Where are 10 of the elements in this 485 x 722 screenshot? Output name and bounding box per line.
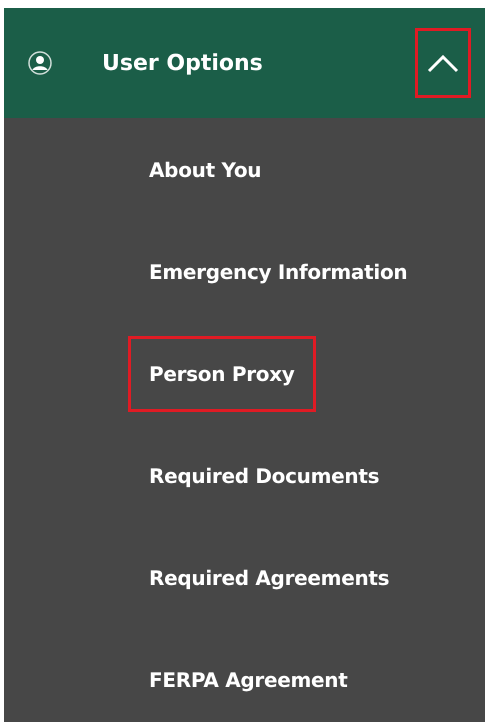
menu-item[interactable]: Emergency Information <box>128 234 428 310</box>
chevron-icon <box>427 53 459 73</box>
collapse-toggle[interactable] <box>415 28 471 98</box>
menu-item[interactable]: Person Proxy <box>128 336 316 412</box>
menu-title: User Options <box>102 50 264 76</box>
menu-item[interactable]: About You <box>128 132 282 208</box>
user-icon <box>28 51 52 75</box>
menu-item[interactable]: FERPA Agreement <box>128 642 368 718</box>
menu-item[interactable]: Required Agreements <box>128 540 410 616</box>
menu-item[interactable]: Required Documents <box>128 438 400 514</box>
